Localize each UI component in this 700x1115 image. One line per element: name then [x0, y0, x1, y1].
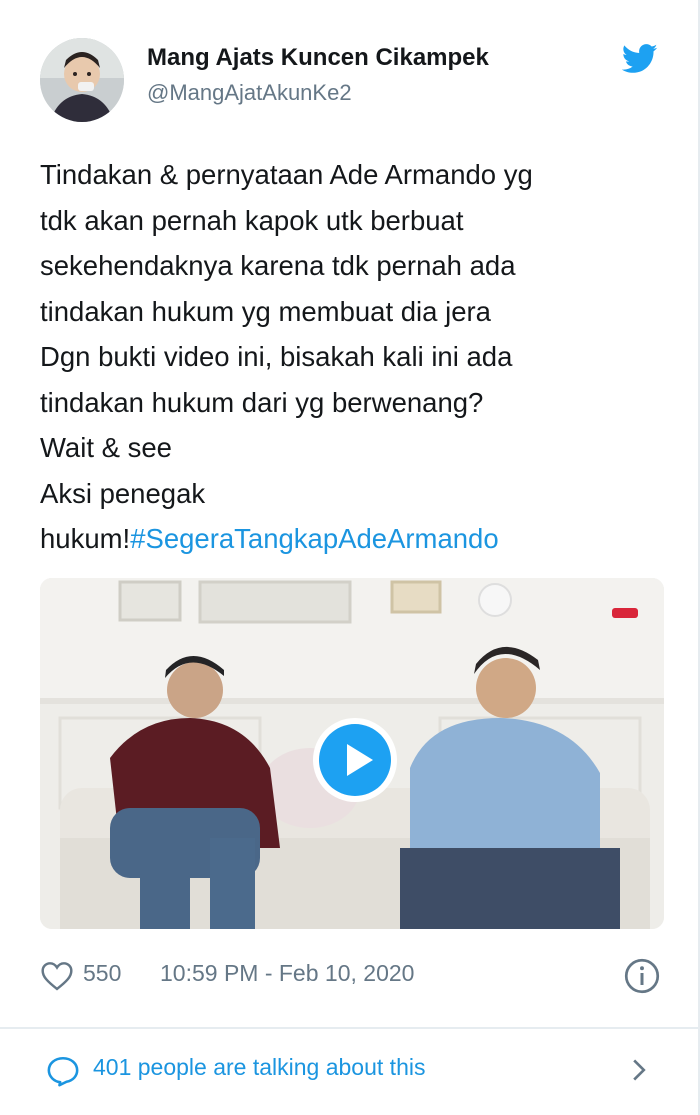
- tweet-text: Tindakan & pernyataan Ade Armando yg tdk…: [40, 152, 670, 562]
- tweet-line: Dgn bukti video ini, bisakah kali ini ad…: [40, 341, 513, 372]
- tweet-line: Aksi penegak: [40, 477, 206, 509]
- tweet-card: Mang Ajats Kuncen Cikampek @MangAjatAkun…: [0, 0, 700, 1115]
- avatar-image: [40, 38, 124, 122]
- tweet-line: Wait & see: [40, 432, 172, 463]
- speech-bubble-icon: [47, 1056, 79, 1087]
- tweet-line-prefix: hukum!: [40, 523, 131, 554]
- heart-icon[interactable]: [40, 961, 74, 991]
- tweet-line: Tindakan & pernyataan Ade Armando yg: [40, 159, 533, 190]
- tweet-line: tindakan hukum yg membuat dia jera: [40, 295, 491, 327]
- tweet-line-last: hukum!#SegeraTangkapAdeArmando: [40, 516, 670, 562]
- avatar[interactable]: [40, 38, 124, 122]
- like-count[interactable]: 550: [83, 960, 121, 987]
- conversation-label: 401 people are talking about this: [93, 1054, 426, 1080]
- play-icon: [347, 744, 373, 776]
- play-button-circle: [319, 724, 391, 796]
- hashtag-link[interactable]: #SegeraTangkapAdeArmando: [130, 523, 498, 554]
- tweet-line: sekehendaknya karena tdk pernah ada: [40, 250, 516, 281]
- conversation-link[interactable]: 401 people are talking about this: [40, 1050, 670, 1090]
- chevron-right-icon: [633, 1059, 646, 1081]
- divider: [0, 1027, 700, 1029]
- display-name[interactable]: Mang Ajats Kuncen Cikampek: [147, 44, 489, 72]
- tweet-timestamp[interactable]: 10:59 PM - Feb 10, 2020: [160, 960, 414, 987]
- play-button[interactable]: [313, 718, 397, 802]
- info-icon[interactable]: [624, 958, 660, 994]
- user-handle[interactable]: @MangAjatAkunKe2: [147, 80, 352, 106]
- twitter-bird-icon[interactable]: [622, 44, 658, 74]
- tweet-line: tdk akan pernah kapok utk berbuat: [40, 204, 464, 236]
- tweet-line: tindakan hukum dari yg berwenang?: [40, 386, 484, 418]
